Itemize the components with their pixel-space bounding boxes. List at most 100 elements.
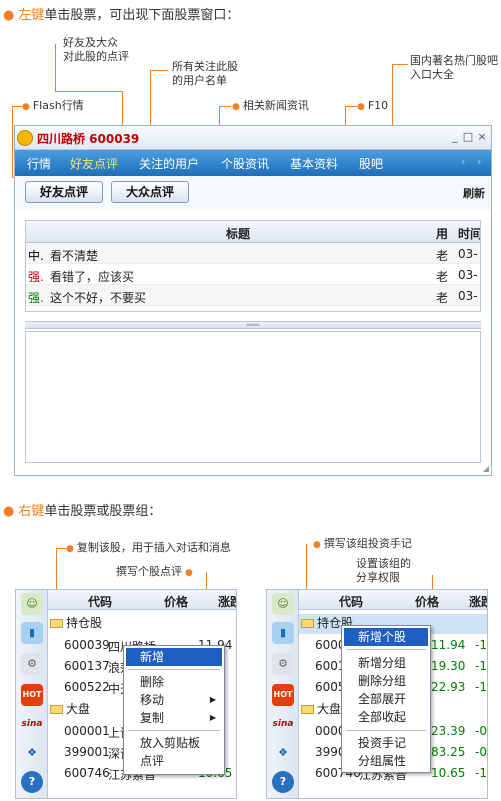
public-reviews-button[interactable]: 大众点评: [111, 181, 189, 203]
gear-icon[interactable]: ⚙: [21, 653, 43, 675]
annotation-flash: ● Flash行情: [22, 99, 84, 114]
context-menu-group: 新增个股 新增分组 删除分组 全部展开 全部收起 投资手记 分组属性: [341, 625, 431, 773]
column-code: 代码: [339, 595, 364, 609]
help-icon[interactable]: ?: [21, 771, 43, 793]
bullet-icon: ●: [3, 8, 15, 23]
menu-divider: [346, 730, 426, 731]
section2-text: 单击股票或股票组：: [44, 504, 162, 519]
sina-icon[interactable]: sina: [272, 713, 294, 735]
section1-text: 单击股票，可出现下面股票窗口：: [44, 8, 240, 23]
tab-profile[interactable]: 基本资料: [290, 155, 338, 172]
annotation-reviews-line1: 好友及大众: [63, 36, 118, 49]
group-holdings[interactable]: 持仓股: [50, 614, 102, 634]
folder-icon: [301, 705, 314, 714]
menu-item-group-properties[interactable]: 分组属性: [344, 752, 428, 770]
leader-line: [55, 44, 56, 92]
tab-friend-reviews[interactable]: 好友点评: [70, 155, 118, 172]
hot-icon[interactable]: HOT: [272, 684, 294, 706]
tab-followers[interactable]: 关注的用户: [139, 155, 199, 172]
chart-icon[interactable]: ▮: [21, 622, 43, 644]
chevron-right-icon[interactable]: ›: [477, 155, 481, 168]
annotation-hot-line2: 入口大全: [410, 68, 454, 81]
annotation-notes-text: 撰写该组投资手记: [323, 537, 412, 550]
stock-list-panel-right: ☺ ▮ ⚙ HOT sina ❖ ? 代码 价格 涨跌 持仓股 600011.9…: [266, 589, 488, 799]
app-logo-icon: [17, 130, 33, 146]
stock-change: -0: [475, 745, 487, 759]
qq-icon[interactable]: ❖: [272, 742, 294, 764]
group-index[interactable]: 大盘: [301, 700, 341, 720]
menu-divider: [128, 730, 220, 731]
friend-reviews-button[interactable]: 好友点评: [25, 181, 103, 203]
menu-item-add[interactable]: 新增: [126, 648, 222, 666]
sidebar: ☺ ▮ ⚙ HOT sina ❖ ?: [16, 590, 48, 798]
column-title: 标题: [226, 227, 251, 241]
annotation-flash-text: Flash行情: [32, 99, 84, 112]
stock-price: 19.30: [431, 659, 466, 673]
menu-item-add-group[interactable]: 新增分组: [344, 654, 428, 672]
leader-line: [345, 106, 357, 107]
menu-item-delete-group[interactable]: 删除分组: [344, 672, 428, 690]
column-change: 涨跌: [469, 595, 487, 609]
row-user: 老: [436, 249, 449, 263]
list-header: 代码 价格 涨跌: [48, 590, 236, 610]
leader-line: [12, 106, 22, 107]
group-label: 大盘: [66, 702, 91, 716]
menu-item-add-stock[interactable]: 新增个股: [344, 628, 428, 646]
stock-price: 83.25: [431, 745, 466, 759]
column-change: 涨跌: [218, 595, 236, 609]
table-row[interactable]: 中. 看不清楚 老 03-: [26, 243, 480, 264]
chart-icon[interactable]: ▮: [272, 622, 294, 644]
help-icon[interactable]: ?: [272, 771, 294, 793]
group-index[interactable]: 大盘: [50, 700, 90, 720]
table-row[interactable]: 强. 这个不好，不要买 老 03-: [26, 285, 480, 306]
maximize-button[interactable]: □: [462, 130, 474, 144]
reviews-table: 标题 用 时间 中. 看不清楚 老 03- 强. 看错了，应该买 老 03- 强…: [25, 220, 481, 312]
dot-icon: ●: [232, 102, 240, 112]
menu-divider: [346, 649, 426, 650]
annotation-news: ● 相关新闻资讯: [232, 99, 309, 114]
gear-icon[interactable]: ⚙: [272, 653, 294, 675]
table-row[interactable]: 强. 看错了，应该买 老 03-: [26, 264, 480, 285]
row-time: 03-: [458, 247, 478, 261]
stock-code: 600039: [64, 638, 110, 652]
menu-item-review[interactable]: 点评: [126, 752, 222, 770]
window-titlebar[interactable]: 四川路桥 600039 _ □ ×: [15, 126, 491, 150]
menu-item-collapse-all[interactable]: 全部收起: [344, 708, 428, 726]
users-icon[interactable]: ☺: [21, 593, 43, 615]
minimize-button[interactable]: _: [449, 130, 461, 144]
qq-icon[interactable]: ❖: [21, 742, 43, 764]
annotation-hot-line1: 国内著名热门股吧: [410, 54, 498, 67]
refresh-button[interactable]: 刷新: [463, 185, 485, 201]
close-button[interactable]: ×: [476, 130, 488, 144]
chevron-left-icon[interactable]: ‹: [461, 155, 465, 168]
menu-item-expand-all[interactable]: 全部展开: [344, 690, 428, 708]
annotation-users-line1: 所有关注此股: [172, 60, 238, 73]
users-icon[interactable]: ☺: [272, 593, 294, 615]
resize-grip-icon[interactable]: ◢: [483, 464, 489, 473]
folder-icon: [50, 619, 63, 628]
tab-quote[interactable]: 行情: [27, 155, 51, 172]
menu-item-copy[interactable]: 复制 ▶: [126, 709, 222, 727]
annotation-reviews-line2: 对此股的点评: [63, 50, 129, 63]
row-tag: 强.: [28, 270, 44, 284]
tab-news[interactable]: 个股资讯: [221, 155, 269, 172]
leader-line: [12, 106, 13, 178]
menu-item-delete[interactable]: 删除: [126, 673, 222, 691]
tab-forum[interactable]: 股吧: [359, 155, 383, 172]
stock-window: 四川路桥 600039 _ □ × 行情 好友点评 关注的用户 个股资讯 基本资…: [14, 125, 492, 476]
menu-item-notes[interactable]: 投资手记: [344, 734, 428, 752]
hot-icon[interactable]: HOT: [21, 684, 43, 706]
stock-code: 399001: [64, 745, 110, 759]
sina-icon[interactable]: sina: [21, 713, 43, 735]
annotation-f10-text: F10: [367, 99, 389, 112]
annotation-perm-line2: 分享权限: [356, 571, 400, 584]
dot-icon: ●: [185, 568, 193, 578]
menu-item-move[interactable]: 移动 ▶: [126, 691, 222, 709]
stock-change: -1: [475, 766, 487, 780]
annotation-perm: 设置该组的 分享权限: [356, 557, 411, 585]
stock-list-panel-left: ☺ ▮ ⚙ HOT sina ❖ ? 代码 价格 涨跌 持仓股 600039四川…: [15, 589, 237, 799]
row-tag: 中.: [28, 249, 44, 263]
pane-splitter[interactable]: ═══: [25, 321, 481, 329]
row-title: 看错了，应该买: [50, 270, 135, 284]
menu-item-clipboard[interactable]: 放入剪贴板: [126, 734, 222, 752]
